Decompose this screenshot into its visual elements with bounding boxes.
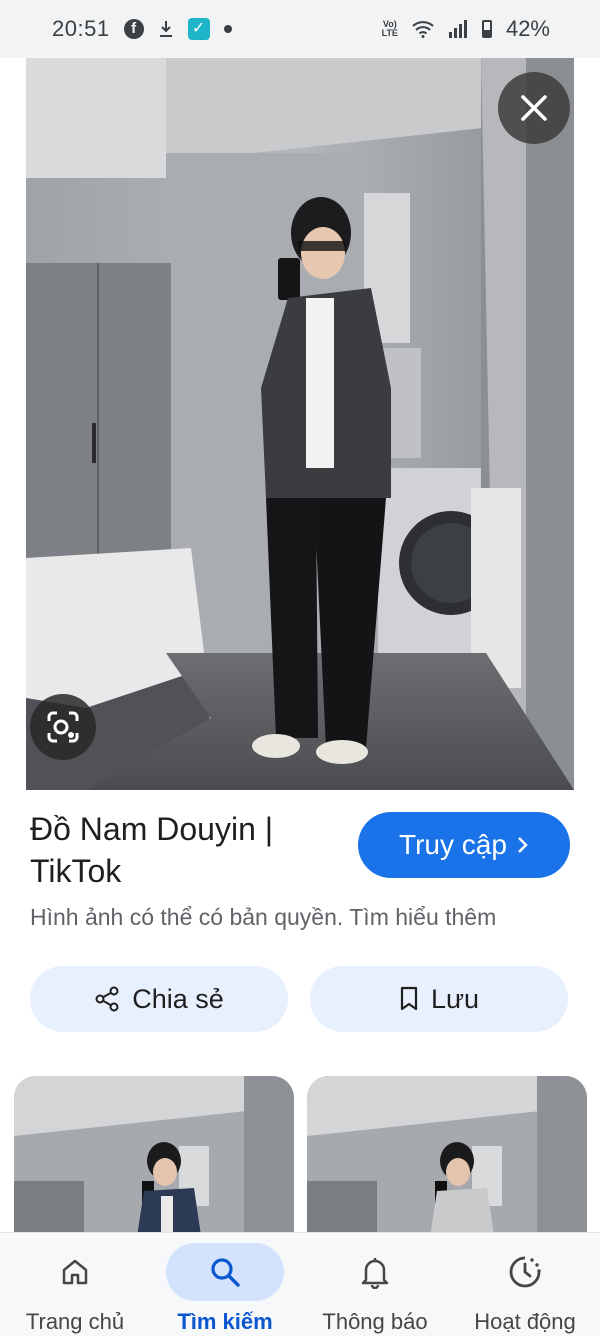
- nav-notifications[interactable]: Thông báo: [300, 1233, 450, 1336]
- battery-percent: 42%: [505, 16, 550, 41]
- nav-home[interactable]: Trang chủ: [0, 1233, 150, 1336]
- action-row: Chia sẻ Lưu: [30, 966, 568, 1032]
- share-label: Chia sẻ: [132, 983, 224, 1014]
- lens-icon: [47, 711, 79, 743]
- download-icon: [158, 19, 174, 39]
- nav-icon-container: [166, 1243, 284, 1301]
- nav-label: Trang chủ: [25, 1309, 125, 1334]
- home-icon: [62, 1259, 88, 1285]
- search-icon: [211, 1258, 240, 1287]
- close-button[interactable]: [498, 72, 570, 144]
- save-button[interactable]: Lưu: [310, 966, 568, 1032]
- nav-icon-container: [16, 1243, 134, 1301]
- result-title[interactable]: Đồ Nam Douyin | TikTok: [30, 808, 330, 892]
- visit-button[interactable]: Truy cập: [358, 812, 570, 878]
- copyright-notice[interactable]: Hình ảnh có thể có bản quyền. Tìm hiểu t…: [30, 904, 496, 931]
- share-button[interactable]: Chia sẻ: [30, 966, 288, 1032]
- status-right: Vo) LTE 42%: [382, 16, 550, 42]
- related-image[interactable]: [307, 1076, 587, 1256]
- chevron-right-icon: [518, 837, 528, 853]
- facebook-icon: f: [123, 19, 144, 39]
- check-app-icon: ✓: [187, 18, 210, 40]
- nav-label: Tìm kiếm: [177, 1309, 273, 1334]
- related-image[interactable]: [14, 1076, 294, 1256]
- status-left: 20:51 f ✓: [52, 16, 232, 42]
- nav-activity[interactable]: Hoạt động: [450, 1233, 600, 1336]
- visit-label: Truy cập: [399, 829, 507, 860]
- battery-icon: [481, 20, 492, 38]
- nav-icon-container: [466, 1243, 584, 1301]
- close-icon: [521, 95, 547, 121]
- dot-icon: [223, 25, 232, 33]
- nav-search[interactable]: Tìm kiếm: [150, 1233, 300, 1336]
- result-image[interactable]: [26, 58, 574, 790]
- nav-label: Thông báo: [322, 1309, 428, 1334]
- status-bar: 20:51 f ✓ Vo) LTE 42%: [0, 0, 600, 58]
- volte-icon: Vo) LTE: [381, 19, 398, 38]
- nav-icon-container: [316, 1243, 434, 1301]
- share-icon: [95, 986, 119, 1012]
- nav-label: Hoạt động: [474, 1309, 576, 1334]
- save-label: Lưu: [430, 983, 480, 1014]
- activity-icon: [509, 1256, 541, 1288]
- bell-icon: [361, 1258, 389, 1289]
- status-time: 20:51: [52, 16, 110, 41]
- signal-icon: [448, 20, 468, 38]
- image-viewer: [0, 58, 600, 790]
- bookmark-icon: [400, 986, 418, 1011]
- lens-button[interactable]: [30, 694, 96, 760]
- bottom-navigation: Trang chủ Tìm kiếm Thông báo Hoạt động: [0, 1232, 600, 1336]
- wifi-icon: [412, 20, 434, 38]
